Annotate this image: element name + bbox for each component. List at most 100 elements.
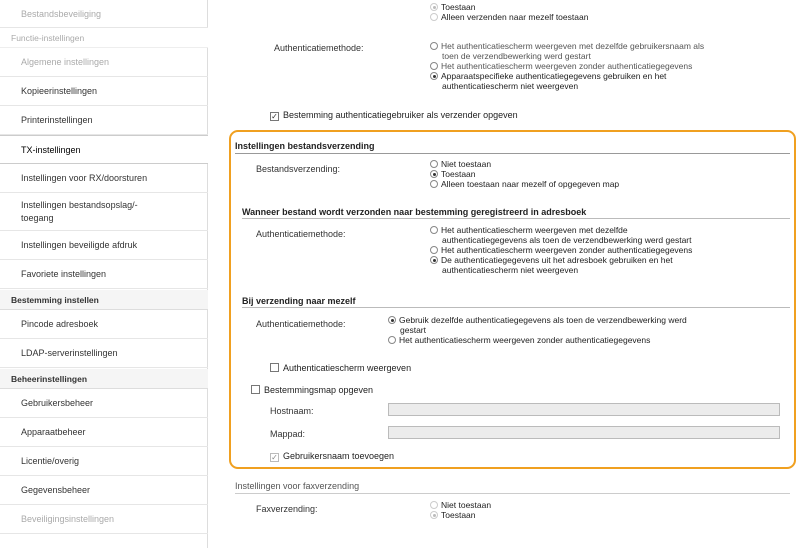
top-auth-method-options: Het authenticatiescherm weergeven met de… (430, 41, 704, 91)
radio-icon (430, 170, 438, 178)
radio-icon (430, 62, 438, 70)
sidebar: Bestandsbeveiliging Functie-instellingen… (0, 0, 208, 548)
sidebar-item-label: Licentie/overig (21, 456, 80, 466)
folder-path-input[interactable] (388, 426, 780, 439)
fax-option-deny[interactable]: Niet toestaan (430, 500, 491, 510)
sidebar-item-label: Apparaatbeheer (21, 427, 86, 437)
hostname-input[interactable] (388, 403, 780, 416)
sidebar-group-management: Beheerinstellingen (0, 369, 208, 389)
sidebar-item-general-settings[interactable]: Algemene instellingen (0, 48, 208, 77)
addressbook-auth-option-3-cont: authenticatiescherm niet weergeven (442, 265, 579, 275)
radio-icon (430, 256, 438, 264)
addressbook-auth-option-1[interactable]: Het authenticatiescherm weergeven met de… (430, 225, 692, 235)
specify-folder-checkbox[interactable]: Bestemmingsmap opgeven (251, 385, 373, 395)
sidebar-item-file-security[interactable]: Bestandsbeveiliging (0, 0, 208, 28)
checkbox-checked-icon: ✓ (270, 453, 279, 462)
sidebar-item-label: Instellingen beveiligde afdruk (21, 240, 138, 250)
sidebar-item-label: Gegevensbeheer (21, 485, 91, 495)
sidebar-item-secure-print-settings[interactable]: Instellingen beveiligde afdruk (0, 231, 208, 260)
sidebar-group-destination: Bestemming instellen (0, 290, 208, 310)
radio-icon (430, 72, 438, 80)
top-option-self-only[interactable]: Alleen verzenden naar mezelf toestaan (430, 12, 588, 22)
sidebar-item-addressbook-pin[interactable]: Pincode adresboek (0, 310, 208, 339)
sidebar-item-label: Gebruikersbeheer (21, 398, 94, 408)
radio-icon (430, 511, 438, 519)
folder-path-label: Mappad: (270, 429, 306, 439)
radio-icon (388, 336, 396, 344)
sidebar-item-tx-settings[interactable]: TX-instellingen (0, 135, 208, 164)
fax-section-title: Instellingen voor faxverzending (235, 481, 360, 491)
radio-icon (430, 13, 438, 21)
file-tx-option-self-folder[interactable]: Alleen toestaan naar mezelf of opgegeven… (430, 179, 619, 189)
checkbox-icon (270, 363, 279, 372)
sidebar-item-favorite-settings[interactable]: Favoriete instellingen (0, 260, 208, 289)
addressbook-auth-option-1-cont: authenticatiegegevens als toen de verzen… (442, 235, 692, 245)
self-auth-option-1[interactable]: Gebruik dezelfde authenticatiegegevens a… (388, 315, 687, 325)
sidebar-group-label: Functie-instellingen (11, 32, 85, 43)
divider (242, 218, 790, 219)
add-username-checkbox[interactable]: ✓ Gebruikersnaam toevoegen (270, 451, 394, 462)
top-checkbox-row[interactable]: ✓ Bestemming authenticatiegebruiker als v… (270, 110, 518, 121)
radio-icon (388, 316, 396, 324)
divider (235, 153, 790, 154)
radio-icon (430, 160, 438, 168)
sidebar-item-copy-settings[interactable]: Kopieerinstellingen (0, 77, 208, 106)
top-auth-option-1[interactable]: Het authenticatiescherm weergeven met de… (430, 41, 704, 51)
checkbox-checked-icon: ✓ (270, 112, 279, 121)
show-auth-screen-checkbox[interactable]: Authenticatiescherm weergeven (270, 363, 411, 373)
radio-icon (430, 226, 438, 234)
addressbook-auth-option-2[interactable]: Het authenticatiescherm weergeven zonder… (430, 245, 692, 255)
addressbook-auth-label: Authenticatiemethode: (256, 229, 346, 239)
radio-icon (430, 42, 438, 50)
self-auth-option-2[interactable]: Het authenticatiescherm weergeven zonder… (388, 335, 687, 345)
file-tx-option-allow[interactable]: Toestaan (430, 169, 619, 179)
top-option-allow[interactable]: Toestaan (430, 2, 588, 12)
sidebar-group-function-settings: Functie-instellingen (0, 28, 208, 48)
divider (235, 493, 790, 494)
top-auth-option-3-cont: authenticatiescherm niet weergeven (442, 81, 579, 91)
radio-icon (430, 246, 438, 254)
sidebar-item-user-management[interactable]: Gebruikersbeheer (0, 389, 208, 418)
self-auth-label: Authenticatiemethode: (256, 319, 346, 329)
top-auth-option-2[interactable]: Het authenticatiescherm weergeven zonder… (430, 61, 704, 71)
addressbook-auth-option-3[interactable]: De authenticatiegegevens uit het adresbo… (430, 255, 692, 265)
top-auth-method-label: Authenticatiemethode: (274, 43, 364, 53)
sidebar-item-security-settings[interactable]: Beveiligingsinstellingen (0, 505, 208, 534)
addressbook-subsection-title: Wanneer bestand wordt verzonden naar bes… (242, 207, 587, 217)
sidebar-item-label: Algemene instellingen (21, 57, 110, 67)
sidebar-item-label: Instellingen voor RX/doorsturen (21, 173, 148, 183)
hostname-label: Hostnaam: (270, 406, 314, 416)
main-content: Toestaan Alleen verzenden naar mezelf to… (208, 0, 801, 548)
self-auth-options: Gebruik dezelfde authenticatiegegevens a… (388, 315, 687, 345)
sidebar-item-label: LDAP-serverinstellingen (21, 348, 118, 358)
divider (242, 307, 790, 308)
sidebar-item-label: Printerinstellingen (21, 115, 93, 125)
sidebar-item-data-management[interactable]: Gegevensbeheer (0, 476, 208, 505)
sidebar-item-license-other[interactable]: Licentie/overig (0, 447, 208, 476)
fax-option-allow[interactable]: Toestaan (430, 510, 491, 520)
sidebar-item-ldap-settings[interactable]: LDAP-serverinstellingen (0, 339, 208, 368)
file-tx-section-title: Instellingen bestandsverzending (235, 141, 375, 151)
top-radio-group: Toestaan Alleen verzenden naar mezelf to… (430, 2, 588, 22)
radio-icon (430, 180, 438, 188)
self-auth-option-1-cont: gestart (400, 325, 426, 335)
top-auth-option-3[interactable]: Apparaatspecifieke authenticatiegegevens… (430, 71, 704, 81)
addressbook-auth-options: Het authenticatiescherm weergeven met de… (430, 225, 692, 275)
sidebar-item-rx-forward-settings[interactable]: Instellingen voor RX/doorsturen (0, 164, 208, 193)
sidebar-item-label: Pincode adresboek (21, 319, 99, 329)
file-tx-label: Bestandsverzending: (256, 164, 341, 174)
radio-icon (430, 501, 438, 509)
sidebar-item-file-storage-settings[interactable]: Instellingen bestandsopslag/-toegang (0, 193, 208, 231)
fax-tx-label: Faxverzending: (256, 504, 318, 514)
radio-icon (430, 3, 438, 11)
sidebar-item-printer-settings[interactable]: Printerinstellingen (0, 106, 208, 135)
file-tx-option-deny[interactable]: Niet toestaan (430, 159, 619, 169)
checkbox-icon (251, 385, 260, 394)
sidebar-group-label: Beheerinstellingen (11, 373, 88, 384)
sidebar-item-device-management[interactable]: Apparaatbeheer (0, 418, 208, 447)
fax-tx-options: Niet toestaan Toestaan (430, 500, 491, 520)
sidebar-item-label: Bestandsbeveiliging (21, 8, 102, 19)
sidebar-item-label: Favoriete instellingen (21, 269, 107, 279)
self-subsection-title: Bij verzending naar mezelf (242, 296, 356, 306)
sidebar-item-label: Instellingen bestandsopslag/-toegang (21, 200, 138, 223)
